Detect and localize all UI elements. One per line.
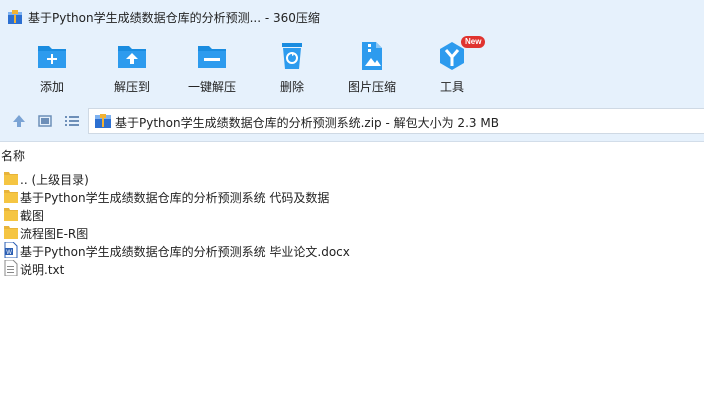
zip-archive-icon bbox=[95, 114, 111, 128]
toolbar: 添加 解压到 一键解压 删除 图片压缩 New 工具 bbox=[0, 34, 704, 100]
add-button[interactable]: 添加 bbox=[17, 40, 87, 98]
folder-icon bbox=[4, 224, 18, 240]
trash-icon bbox=[282, 43, 302, 69]
path-field[interactable]: 基于Python学生成绩数据仓库的分析预测系统.zip - 解包大小为 2.3 … bbox=[88, 108, 704, 134]
path-bar: 基于Python学生成绩数据仓库的分析预测系统.zip - 解包大小为 2.3 … bbox=[0, 100, 704, 142]
file-name: 说明.txt bbox=[20, 263, 65, 277]
list-item[interactable]: 流程图E-R图 bbox=[0, 223, 704, 241]
svg-text:W: W bbox=[6, 250, 12, 256]
extract-to-button[interactable]: 解压到 bbox=[97, 40, 167, 98]
add-label: 添加 bbox=[39, 80, 64, 94]
file-name: 基于Python学生成绩数据仓库的分析预测系统 毕业论文.docx bbox=[20, 245, 350, 259]
thumbnail-view-icon[interactable] bbox=[37, 113, 53, 129]
one-click-extract-label: 一键解压 bbox=[187, 80, 236, 94]
file-list: .. (上级目录) 基于Python学生成绩数据仓库的分析预测系统 代码及数据 截图… bbox=[0, 169, 704, 277]
column-header-name[interactable]: 名称 bbox=[0, 147, 25, 163]
list-item[interactable]: W 基于Python学生成绩数据仓库的分析预测系统 毕业论文.docx bbox=[0, 241, 704, 259]
list-item[interactable]: 说明.txt bbox=[0, 259, 704, 277]
one-click-extract-icon bbox=[198, 46, 226, 68]
tools-label: 工具 bbox=[439, 80, 464, 94]
app-window: 基于Python学生成绩数据仓库的分析预测... - 360压缩 添加 解压到 bbox=[0, 0, 704, 417]
delete-button[interactable]: 删除 bbox=[257, 40, 327, 98]
title-bar: 基于Python学生成绩数据仓库的分析预测... - 360压缩 bbox=[0, 0, 704, 34]
path-text: 基于Python学生成绩数据仓库的分析预测系统.zip - 解包大小为 2.3 … bbox=[115, 116, 499, 130]
file-list-area: 名称 .. (上级目录) 基于Python学生成绩数据仓库的分析预测系统 代码及数… bbox=[0, 142, 704, 417]
file-name: 基于Python学生成绩数据仓库的分析预测系统 代码及数据 bbox=[20, 191, 330, 205]
extract-to-label: 解压到 bbox=[113, 80, 150, 94]
tools-button[interactable]: New 工具 bbox=[417, 36, 487, 98]
folder-icon bbox=[4, 170, 18, 186]
file-name: 流程图E-R图 bbox=[20, 227, 89, 241]
new-badge: New bbox=[461, 36, 486, 48]
word-document-icon: W bbox=[4, 241, 18, 259]
image-compress-icon bbox=[362, 42, 382, 70]
extract-to-icon bbox=[118, 46, 146, 68]
image-compress-button[interactable]: 图片压缩 bbox=[337, 40, 407, 98]
folder-icon bbox=[4, 188, 18, 204]
image-compress-label: 图片压缩 bbox=[347, 80, 396, 94]
list-item[interactable]: 基于Python学生成绩数据仓库的分析预测系统 代码及数据 bbox=[0, 187, 704, 205]
folder-icon bbox=[4, 206, 18, 222]
list-item[interactable]: 截图 bbox=[0, 205, 704, 223]
add-folder-icon bbox=[38, 46, 66, 68]
file-name: 截图 bbox=[20, 209, 45, 223]
up-arrow-icon[interactable] bbox=[11, 113, 27, 129]
list-item[interactable]: .. (上级目录) bbox=[0, 169, 704, 187]
file-name: .. (上级目录) bbox=[20, 173, 89, 187]
text-file-icon bbox=[4, 259, 18, 277]
one-click-extract-button[interactable]: 一键解压 bbox=[177, 40, 247, 98]
list-view-icon[interactable] bbox=[64, 113, 80, 129]
delete-label: 删除 bbox=[279, 80, 304, 94]
window-title: 基于Python学生成绩数据仓库的分析预测... - 360压缩 bbox=[28, 11, 320, 25]
archive-app-icon bbox=[8, 10, 22, 24]
